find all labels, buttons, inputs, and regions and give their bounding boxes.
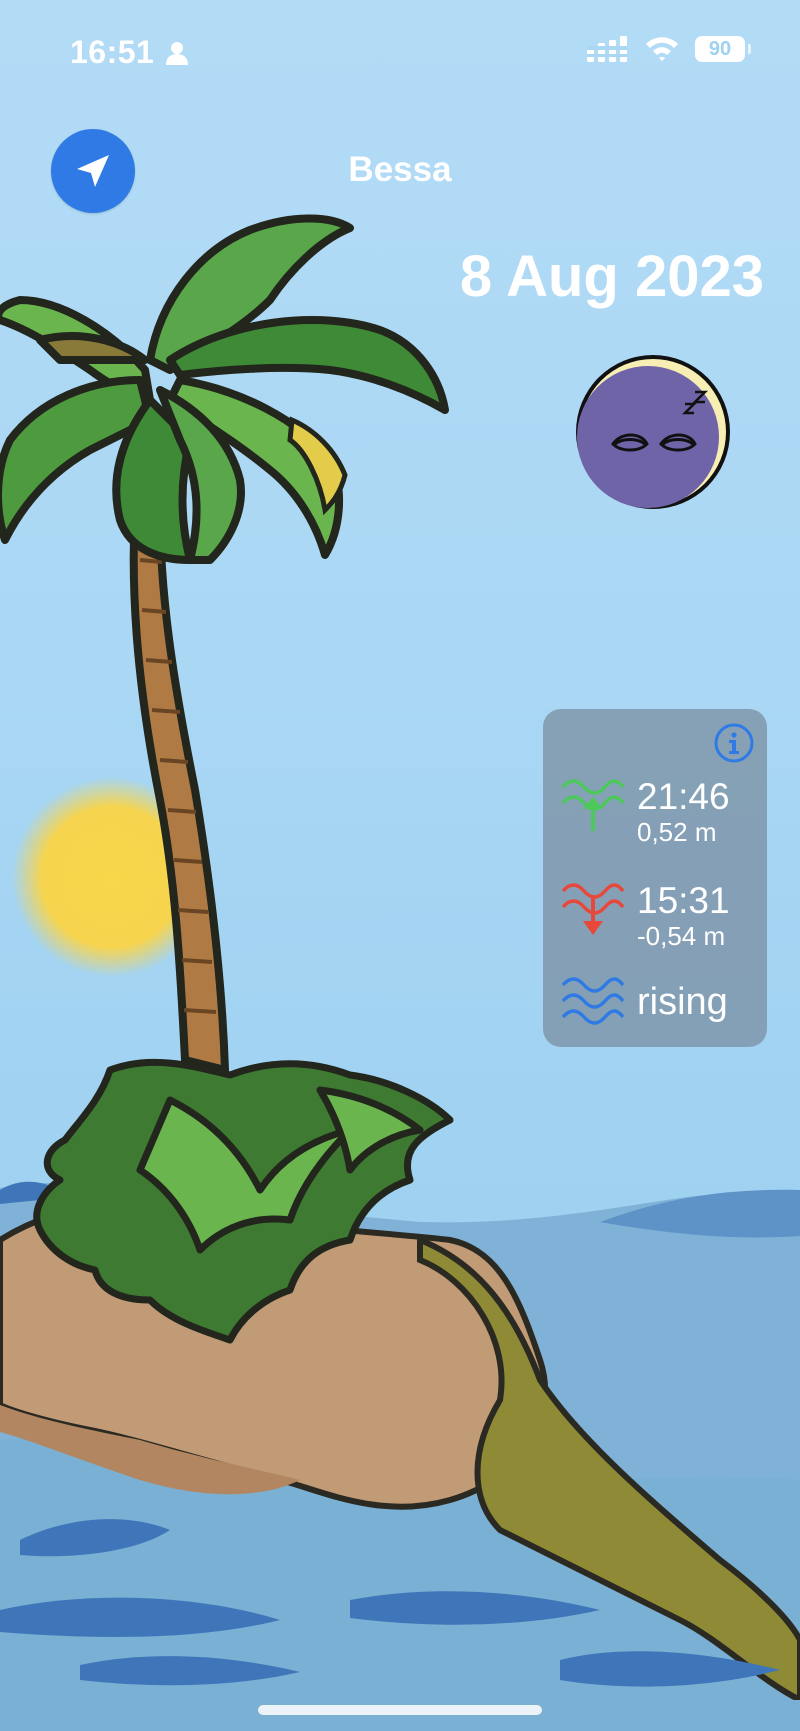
- status-time: 16:51: [70, 34, 188, 71]
- home-indicator[interactable]: [258, 1705, 542, 1715]
- date-label: 8 Aug 2023: [459, 244, 764, 309]
- wifi-icon: [646, 37, 678, 61]
- waves-icon: [561, 977, 625, 1025]
- status-time-text: 16:51: [70, 34, 155, 70]
- tide-info-card[interactable]: 21:46 0,52 m 15:31 -0,54 m rising: [543, 709, 767, 1047]
- low-tide-icon: [561, 883, 625, 935]
- status-indicators: 90: [587, 36, 751, 62]
- location-name[interactable]: Bessa: [0, 150, 800, 190]
- palm-fronds: [0, 214, 449, 564]
- low-tide-time: 15:31: [637, 880, 730, 921]
- person-icon: [165, 42, 188, 65]
- sleeping-moon-icon: [576, 355, 730, 509]
- low-tide-height: -0,54 m: [637, 921, 726, 951]
- cellular-signal-icon: [587, 36, 627, 62]
- tide-status-row: rising: [561, 973, 728, 1031]
- battery-indicator: 90: [695, 36, 751, 62]
- high-tide-height: 0,52 m: [637, 817, 717, 847]
- low-tide-row: 15:31 -0,54 m: [561, 881, 730, 951]
- high-tide-time: 21:46: [637, 776, 730, 817]
- high-tide-icon: [561, 779, 625, 831]
- info-icon[interactable]: [714, 723, 754, 763]
- tide-status-text: rising: [637, 981, 728, 1023]
- high-tide-row: 21:46 0,52 m: [561, 777, 730, 847]
